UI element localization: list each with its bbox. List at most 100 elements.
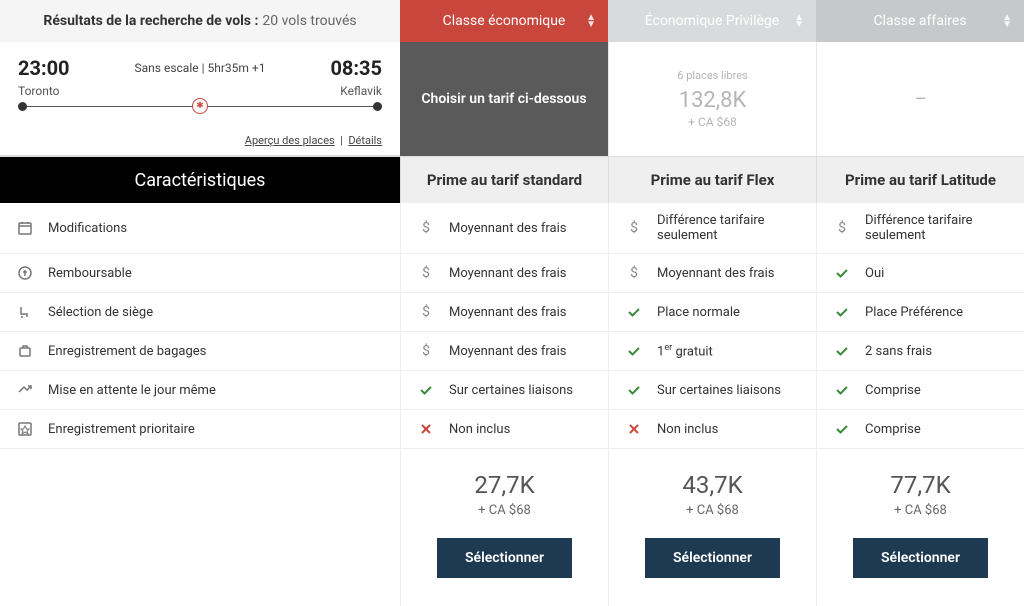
feature-label-cell: Enregistrement prioritaire	[0, 410, 400, 448]
seat-preview-link[interactable]: Aperçu des places	[245, 134, 335, 147]
feature-label: Enregistrement de bagages	[48, 344, 206, 359]
flight-info: Sans escale | 5hr35m +1	[70, 61, 331, 75]
feature-value: Place Préférence	[865, 305, 963, 320]
cabin-tab-business[interactable]: Classe affaires ▲▼	[816, 0, 1024, 42]
premium-tax: + CA $68	[688, 115, 737, 129]
fare-column-flex: 43,7K + CA $68 Sélectionner	[608, 449, 816, 606]
feature-value: Oui	[865, 266, 884, 281]
check-icon	[625, 342, 643, 360]
feature-value: Moyennant des frais	[449, 305, 567, 320]
feature-label-cell: Enregistrement de bagages	[0, 332, 400, 370]
fare-tax: + CA $68	[894, 503, 947, 518]
feature-label: Mise en attente le jour même	[48, 383, 216, 398]
feature-value: Moyennant des frais	[449, 344, 567, 359]
check-icon	[833, 264, 851, 282]
feature-value-cell: Sur certaines liaisons	[608, 371, 816, 409]
results-count: 20 vols trouvés	[262, 13, 356, 29]
feature-label: Remboursable	[48, 266, 132, 281]
results-label: Résultats de la recherche de vols :	[43, 13, 258, 29]
premium-summary[interactable]: 6 places libres 132,8K + CA $68	[608, 42, 816, 156]
feature-value: Comprise	[865, 383, 921, 398]
feature-row: Mise en attente le jour même Sur certaine…	[0, 371, 1024, 410]
dollar-icon: $	[833, 219, 851, 237]
refund-icon	[16, 264, 34, 282]
flight-summary: 23:00 Sans escale | 5hr35m +1 08:35 Toro…	[0, 42, 400, 156]
feature-value-cell: $Différence tarifaire seulement	[608, 203, 816, 253]
dollar-icon: $	[417, 219, 435, 237]
sort-icon: ▲▼	[586, 14, 596, 28]
choose-fare-prompt: Choisir un tarif ci-dessous	[400, 42, 608, 156]
feature-value: Différence tarifaire seulement	[657, 213, 800, 243]
fare-column-standard: 27,7K + CA $68 Sélectionner	[400, 449, 608, 606]
cross-icon	[417, 420, 435, 438]
cabin-tab-premium[interactable]: Économique Privilège ▲▼	[608, 0, 816, 42]
feature-value: Moyennant des frais	[449, 266, 567, 281]
feature-value: Place normale	[657, 305, 740, 320]
feature-value: Sur certaines liaisons	[657, 383, 781, 398]
feature-label-cell: Modifications	[0, 203, 400, 253]
feature-value-cell: Sur certaines liaisons	[400, 371, 608, 409]
bag-icon	[16, 342, 34, 360]
feature-value-cell: Comprise	[816, 371, 1024, 409]
airline-logo-icon: ✱	[192, 98, 208, 114]
feature-value: 1er gratuit	[657, 343, 713, 359]
departure-time: 23:00	[18, 56, 70, 80]
feature-value-cell: Place normale	[608, 293, 816, 331]
feature-row: Modifications$Moyennant des frais$Différ…	[0, 203, 1024, 254]
business-summary: —	[816, 42, 1024, 156]
fare-points: 27,7K	[474, 471, 534, 499]
check-icon	[625, 303, 643, 321]
feature-value: Comprise	[865, 422, 921, 437]
feature-value-cell: $ Moyennant des frais	[400, 254, 608, 292]
feature-label-cell: Sélection de siège	[0, 293, 400, 331]
seat-icon	[16, 303, 34, 321]
feature-row: Enregistrement prioritaire Non inclus Non …	[0, 410, 1024, 449]
feature-value-cell: $ Moyennant des frais	[608, 254, 816, 292]
dollar-icon: $	[625, 264, 643, 282]
feature-value-cell: 2 sans frais	[816, 332, 1024, 370]
feature-value-cell: Oui	[816, 254, 1024, 292]
feature-value-cell: $ Moyennant des frais	[400, 332, 608, 370]
sort-icon: ▲▼	[1002, 14, 1012, 28]
feature-value: 2 sans frais	[865, 344, 932, 359]
priority-icon	[16, 420, 34, 438]
select-latitude-button[interactable]: Sélectionner	[853, 538, 988, 578]
calendar-icon	[16, 219, 34, 237]
features-header: Caractéristiques	[0, 157, 400, 203]
cross-icon	[625, 420, 643, 438]
results-summary: Résultats de la recherche de vols : 20 v…	[0, 0, 400, 42]
feature-value-cell: Non inclus	[608, 410, 816, 448]
feature-row: Remboursable $ Moyennant des frais $ Moyenna…	[0, 254, 1024, 293]
fare-points: 43,7K	[682, 471, 742, 499]
feature-row: Enregistrement de bagages $ Moyennant des …	[0, 332, 1024, 371]
fare-points: 77,7K	[890, 471, 950, 499]
select-standard-button[interactable]: Sélectionner	[437, 538, 572, 578]
fare-header-flex: Prime au tarif Flex	[608, 157, 816, 203]
fare-header-standard: Prime au tarif standard	[400, 157, 608, 203]
feature-value-cell: Comprise	[816, 410, 1024, 448]
fare-tax: + CA $68	[686, 503, 739, 518]
select-flex-button[interactable]: Sélectionner	[645, 538, 780, 578]
feature-label-cell: Remboursable	[0, 254, 400, 292]
feature-value-cell: $ Différence tarifaire seulement	[816, 203, 1024, 253]
dollar-icon: $	[417, 264, 435, 282]
feature-value: Non inclus	[449, 422, 510, 437]
feature-value-cell: $Moyennant des frais	[400, 203, 608, 253]
check-icon	[833, 303, 851, 321]
fare-header-latitude: Prime au tarif Latitude	[816, 157, 1024, 203]
check-icon	[625, 381, 643, 399]
route-track: ✱	[18, 100, 382, 114]
feature-value: Moyennant des frais	[657, 266, 775, 281]
feature-value-cell: $Moyennant des frais	[400, 293, 608, 331]
dollar-icon: $	[417, 342, 435, 360]
feature-value-cell: Non inclus	[400, 410, 608, 448]
cabin-tab-economy[interactable]: Classe économique ▲▼	[400, 0, 608, 42]
feature-value: Différence tarifaire seulement	[865, 213, 1008, 243]
seats-left: 6 places libres	[677, 69, 747, 82]
details-link[interactable]: Détails	[348, 134, 382, 147]
arrival-city: Keflavik	[340, 84, 382, 98]
departure-city: Toronto	[18, 84, 60, 98]
feature-value: Sur certaines liaisons	[449, 383, 573, 398]
feature-label: Modifications	[48, 221, 127, 236]
check-icon	[833, 381, 851, 399]
